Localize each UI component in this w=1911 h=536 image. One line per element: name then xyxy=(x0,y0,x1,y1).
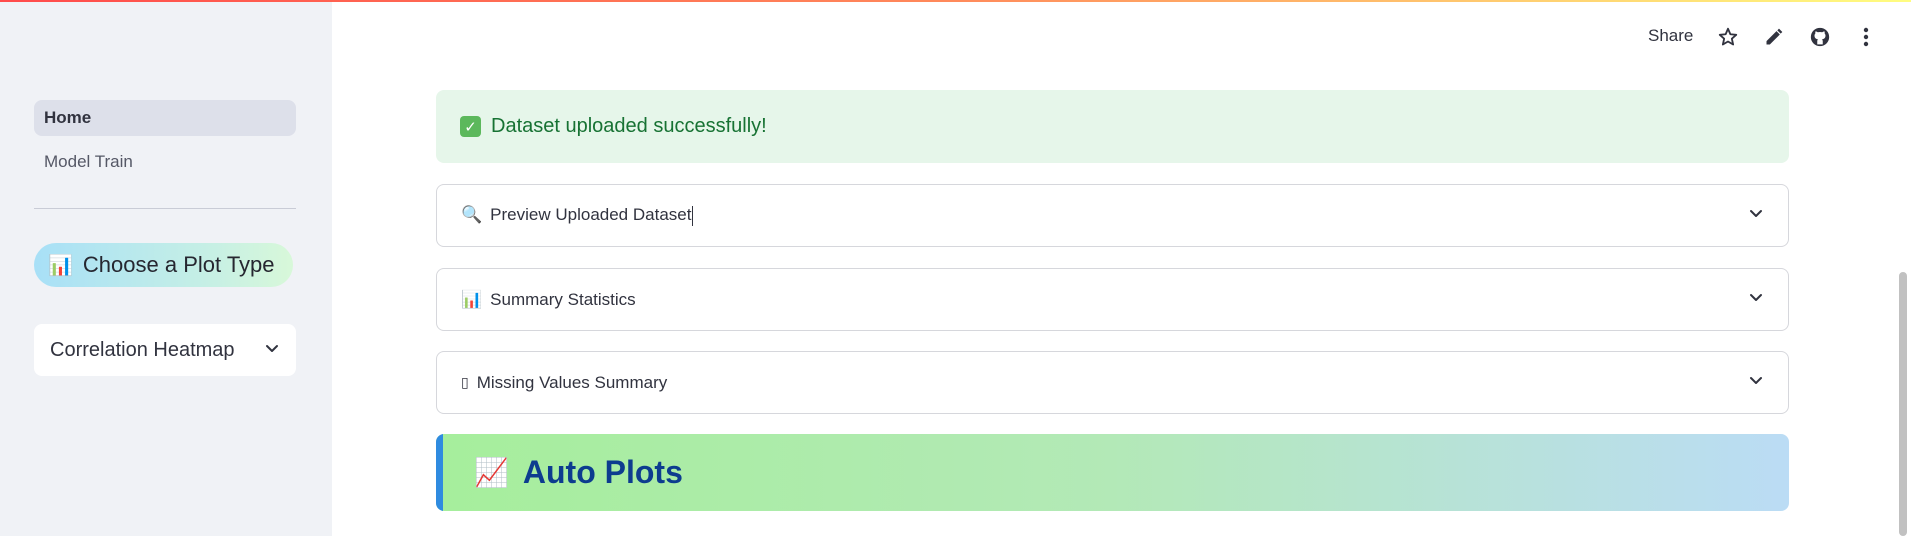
chevron-down-icon xyxy=(1748,205,1764,226)
chevron-down-icon xyxy=(1748,372,1764,393)
sidebar-divider xyxy=(34,208,296,209)
auto-plots-title: Auto Plots xyxy=(522,454,683,490)
sidebar-item-home[interactable]: Home xyxy=(34,100,296,136)
bar-chart-icon: 📊 xyxy=(48,254,73,277)
auto-plots-accent-bar xyxy=(436,434,443,511)
sidebar-item-model-train[interactable]: Model Train xyxy=(34,144,296,180)
share-button[interactable]: Share xyxy=(1648,26,1693,46)
line-chart-icon: 📈 xyxy=(474,457,509,488)
top-decoration-stripe xyxy=(0,0,1911,2)
sidebar-item-label: Home xyxy=(44,108,92,127)
success-alert-text: Dataset uploaded successfully! xyxy=(491,115,767,137)
expander-label: Summary Statistics xyxy=(490,289,636,309)
expander-label: Missing Values Summary xyxy=(476,372,668,392)
scrollbar-thumb[interactable] xyxy=(1899,272,1907,536)
plot-type-select[interactable]: Correlation Heatmap xyxy=(34,324,296,376)
more-vertical-icon[interactable] xyxy=(1854,25,1878,49)
github-icon[interactable] xyxy=(1808,25,1832,49)
expander-missing-values[interactable]: ▯ Missing Values Summary xyxy=(436,351,1789,414)
sidebar-item-label: Model Train xyxy=(44,152,133,171)
expander-label: Preview Uploaded Dataset xyxy=(490,205,692,225)
plot-type-heading-text: Choose a Plot Type xyxy=(82,252,275,277)
star-icon[interactable] xyxy=(1716,25,1740,49)
auto-plots-banner: 📈 Auto Plots xyxy=(436,434,1789,511)
chevron-down-icon xyxy=(1748,289,1764,310)
text-cursor xyxy=(692,205,694,226)
bar-chart-icon: 📊 xyxy=(461,289,483,309)
sidebar: Home Model Train 📊 Choose a Plot Type Co… xyxy=(0,0,332,536)
magnifier-icon: 🔍 xyxy=(461,205,483,225)
pencil-icon[interactable] xyxy=(1762,25,1786,49)
chevron-down-icon xyxy=(264,339,280,362)
checkmark-icon: ✓ xyxy=(460,116,481,137)
expander-preview-dataset[interactable]: 🔍 Preview Uploaded Dataset xyxy=(436,184,1789,247)
missing-glyph-icon: ▯ xyxy=(461,374,469,390)
plot-type-heading: 📊 Choose a Plot Type xyxy=(34,243,293,287)
plot-type-select-value: Correlation Heatmap xyxy=(50,338,235,361)
success-alert: ✓ Dataset uploaded successfully! xyxy=(436,90,1789,163)
expander-summary-statistics[interactable]: 📊 Summary Statistics xyxy=(436,268,1789,331)
